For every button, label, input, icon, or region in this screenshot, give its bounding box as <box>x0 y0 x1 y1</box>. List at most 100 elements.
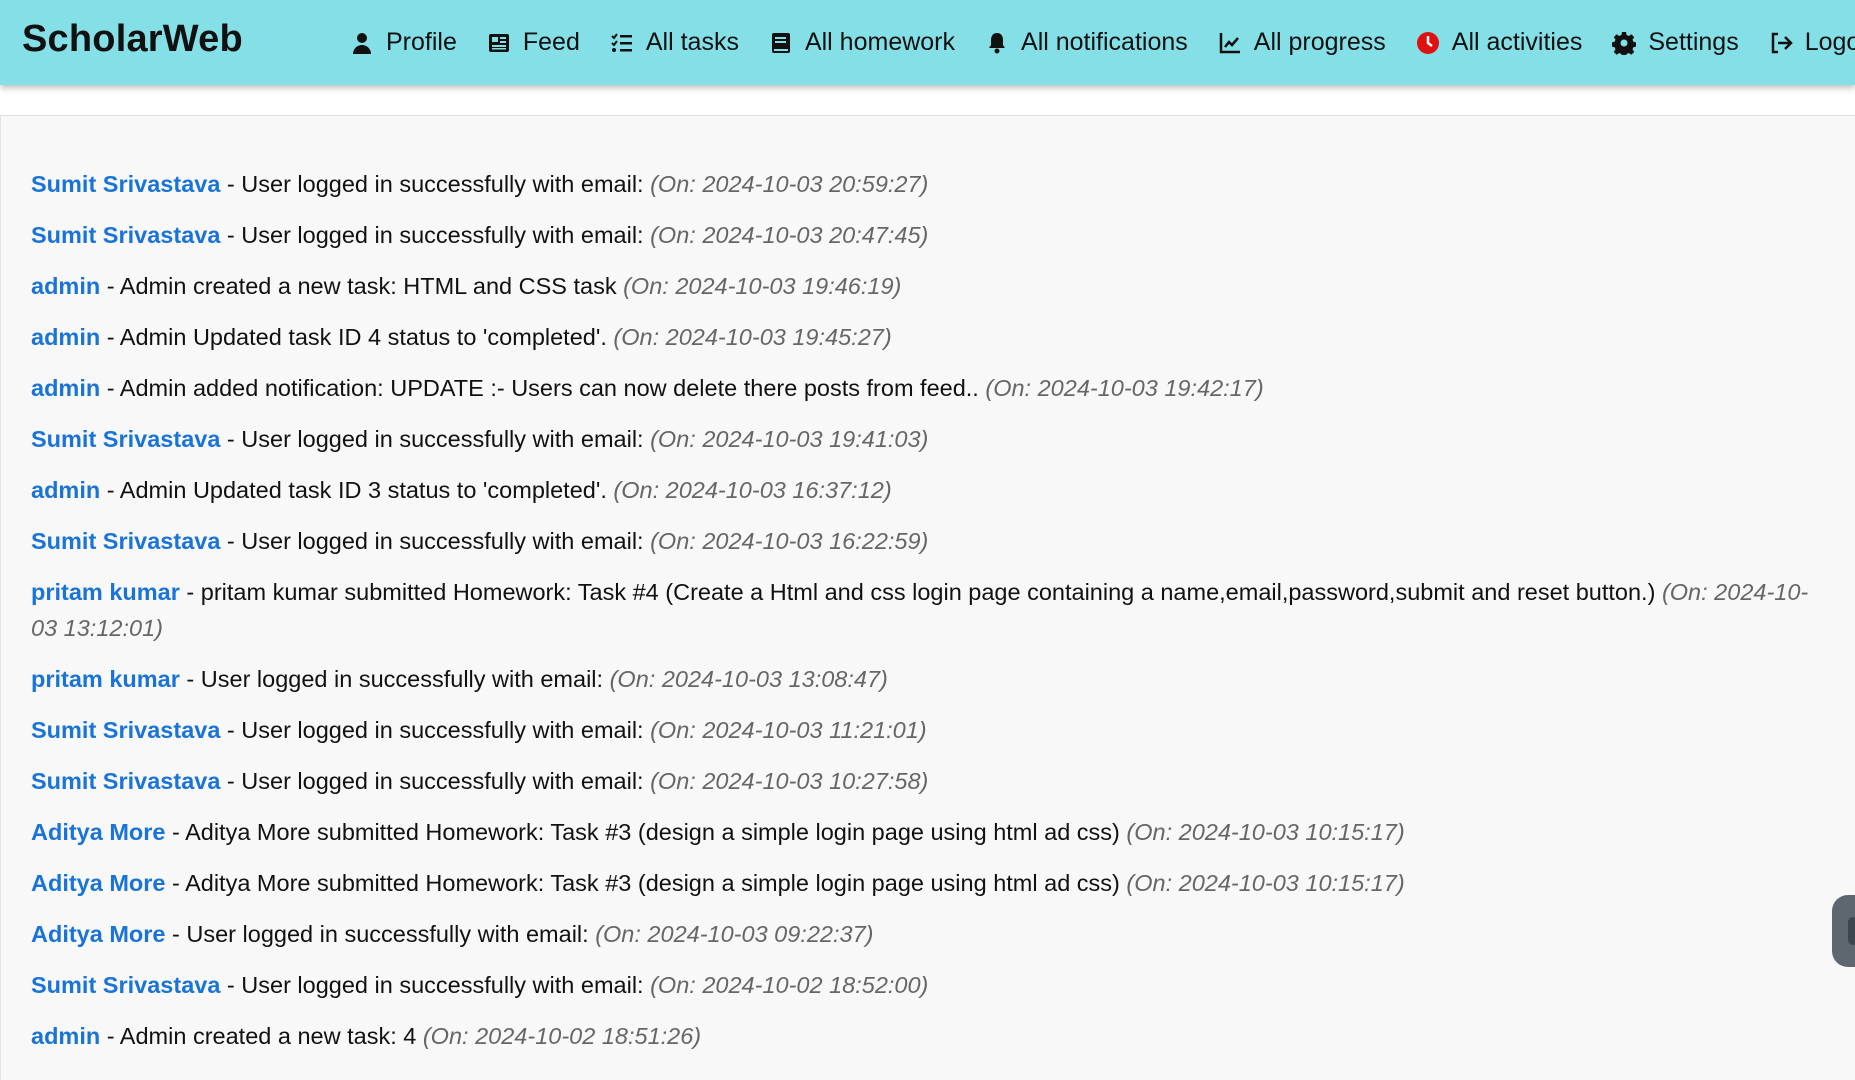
nav-item-label: Logout <box>1804 28 1855 56</box>
activity-item: pritam kumar - pritam kumar submitted Ho… <box>31 574 1825 646</box>
activity-user-link[interactable]: Sumit Srivastava <box>31 171 220 197</box>
nav-item-label: All activities <box>1451 28 1583 56</box>
activity-message: - User logged in successfully with email… <box>220 528 651 554</box>
activity-timestamp: (On: 2024-10-03 19:41:03) <box>650 426 929 452</box>
gear-icon <box>1612 31 1637 55</box>
side-drawer-handle[interactable] <box>1832 895 1855 967</box>
activity-panel: Sumit Srivastava - User logged in succes… <box>0 115 1855 1080</box>
nav-item-all-tasks[interactable]: All tasks <box>610 28 739 57</box>
activity-item: admin - Admin Updated task ID 4 status t… <box>31 319 1825 355</box>
activity-message: - User logged in successfully with email… <box>179 666 610 692</box>
activity-timestamp: (On: 2024-10-03 20:59:27) <box>650 171 929 197</box>
activity-message: - Admin added notification: UPDATE :- Us… <box>100 375 986 401</box>
activity-user-link[interactable]: Sumit Srivastava <box>31 426 220 452</box>
activity-item: Sumit Srivastava - User logged in succes… <box>31 421 1825 457</box>
activity-list: Sumit Srivastava - User logged in succes… <box>1 116 1855 1054</box>
nav-item-label: Profile <box>386 28 457 56</box>
activity-user-link[interactable]: Sumit Srivastava <box>31 768 220 794</box>
activity-timestamp: (On: 2024-10-03 19:46:19) <box>623 273 902 299</box>
activity-message: - User logged in successfully with email… <box>220 171 651 197</box>
activity-timestamp: (On: 2024-10-03 16:22:59) <box>650 528 929 554</box>
activity-timestamp: (On: 2024-10-03 09:22:37) <box>595 921 874 947</box>
activity-user-link[interactable]: Sumit Srivastava <box>31 222 220 248</box>
activity-item: admin - Admin Updated task ID 3 status t… <box>31 472 1825 508</box>
activity-item: Sumit Srivastava - User logged in succes… <box>31 967 1825 1003</box>
activity-item: Aditya More - User logged in successfull… <box>31 916 1825 952</box>
bell-icon <box>989 32 1006 53</box>
activity-user-link[interactable]: admin <box>31 273 100 299</box>
brand-logo[interactable]: ScholarWeb <box>22 18 243 61</box>
nav-item-settings[interactable]: Settings <box>1612 28 1739 57</box>
activity-item: Sumit Srivastava - User logged in succes… <box>31 217 1825 253</box>
activity-timestamp: (On: 2024-10-03 10:15:17) <box>1126 819 1405 845</box>
top-navbar: ScholarWeb Profile Feed All tasks All ho… <box>0 0 1855 85</box>
activity-item: admin - Admin created a new task: HTML a… <box>31 268 1825 304</box>
activity-user-link[interactable]: Aditya More <box>31 921 166 947</box>
activity-user-link[interactable]: pritam kumar <box>31 666 180 692</box>
activity-user-link[interactable]: admin <box>31 324 100 350</box>
activity-user-link[interactable]: Sumit Srivastava <box>31 528 220 554</box>
activity-timestamp: (On: 2024-10-03 20:47:45) <box>650 222 929 248</box>
activity-message: - Admin Updated task ID 3 status to 'com… <box>100 477 614 503</box>
nav-item-logout[interactable]: Logout <box>1769 28 1855 57</box>
activity-message: - User logged in successfully with email… <box>220 717 651 743</box>
activity-item: Sumit Srivastava - User logged in succes… <box>31 763 1825 799</box>
activity-message: - Admin created a new task: HTML and CSS… <box>100 273 624 299</box>
activity-item: admin - Admin added notification: UPDATE… <box>31 370 1825 406</box>
nav-item-label: Settings <box>1648 28 1739 56</box>
activity-timestamp: (On: 2024-10-03 13:08:47) <box>609 666 888 692</box>
activity-message: - Admin Updated task ID 4 status to 'com… <box>100 324 614 350</box>
activity-user-link[interactable]: admin <box>31 477 100 503</box>
activity-user-link[interactable]: admin <box>31 1023 100 1049</box>
newspaper-icon <box>488 33 509 52</box>
activity-timestamp: (On: 2024-10-03 19:42:17) <box>985 375 1264 401</box>
activity-item: Sumit Srivastava - User logged in succes… <box>31 523 1825 559</box>
activity-user-link[interactable]: Sumit Srivastava <box>31 717 220 743</box>
nav-item-label: Feed <box>522 28 580 56</box>
nav-item-label: All homework <box>804 28 956 56</box>
activity-timestamp: (On: 2024-10-03 10:27:58) <box>650 768 929 794</box>
user-icon <box>353 32 371 54</box>
activity-message: - User logged in successfully with email… <box>220 222 651 248</box>
activity-message: - User logged in successfully with email… <box>220 768 651 794</box>
activity-timestamp: (On: 2024-10-02 18:51:26) <box>422 1023 702 1049</box>
activity-timestamp: (On: 2024-10-03 16:37:12) <box>613 477 892 503</box>
list-check-icon <box>611 32 632 52</box>
activity-user-link[interactable]: Aditya More <box>31 819 166 845</box>
activity-timestamp: (On: 2024-10-03 19:45:27) <box>613 324 892 350</box>
activity-item: Aditya More - Aditya More submitted Home… <box>31 814 1825 850</box>
activity-item: pritam kumar - User logged in successful… <box>31 661 1825 697</box>
logout-icon <box>1771 32 1793 53</box>
activity-item: Sumit Srivastava - User logged in succes… <box>31 712 1825 748</box>
activity-message: - Aditya More submitted Homework: Task #… <box>165 819 1127 845</box>
nav-item-label: All notifications <box>1021 28 1188 56</box>
chart-line-icon <box>1219 32 1240 53</box>
nav-item-all-notifications[interactable]: All notifications <box>985 28 1188 57</box>
activity-user-link[interactable]: pritam kumar <box>31 579 180 605</box>
book-icon <box>771 32 790 53</box>
activity-item: Sumit Srivastava - User logged in succes… <box>31 166 1825 202</box>
activity-message: - Aditya More submitted Homework: Task #… <box>165 870 1127 896</box>
nav-item-profile[interactable]: Profile <box>350 28 457 57</box>
clock-icon <box>1416 31 1439 54</box>
nav-item-all-homework[interactable]: All homework <box>769 28 955 57</box>
activity-timestamp: (On: 2024-10-03 10:15:17) <box>1126 870 1405 896</box>
activity-message: - User logged in successfully with email… <box>220 972 651 998</box>
nav-item-label: All tasks <box>645 28 739 56</box>
nav-item-feed[interactable]: Feed <box>487 28 580 57</box>
activity-message: - Admin created a new task: 4 <box>100 1023 423 1049</box>
activity-message: - User logged in successfully with email… <box>165 921 596 947</box>
activity-timestamp: (On: 2024-10-02 18:52:00) <box>650 972 929 998</box>
activity-user-link[interactable]: Aditya More <box>31 870 166 896</box>
activity-message: - User logged in successfully with email… <box>220 426 651 452</box>
nav-item-label: All progress <box>1253 28 1386 56</box>
activity-message: - pritam kumar submitted Homework: Task … <box>179 579 1662 605</box>
activity-user-link[interactable]: admin <box>31 375 100 401</box>
nav-item-all-progress[interactable]: All progress <box>1218 28 1386 57</box>
activity-item: Aditya More - Aditya More submitted Home… <box>31 865 1825 901</box>
nav-menu: Profile Feed All tasks All homework All … <box>350 0 1855 85</box>
activity-user-link[interactable]: Sumit Srivastava <box>31 972 220 998</box>
activity-timestamp: (On: 2024-10-03 11:21:01) <box>650 717 927 743</box>
nav-item-all-activities[interactable]: All activities <box>1416 28 1583 57</box>
activity-item: admin - Admin created a new task: 4 (On:… <box>31 1018 1825 1054</box>
